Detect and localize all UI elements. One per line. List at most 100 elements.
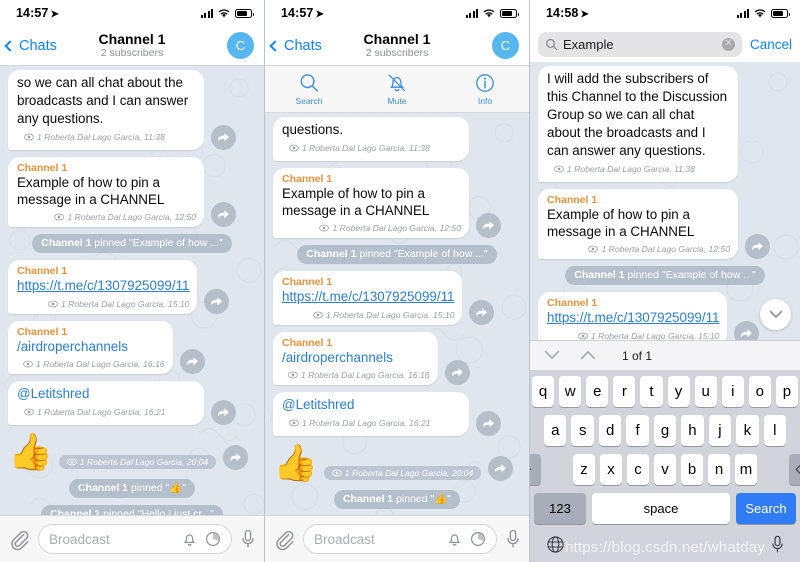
forward-button[interactable] (211, 125, 236, 150)
message-bubble[interactable]: so we can all chat about the broadcasts … (8, 70, 204, 150)
attachment-paperclip-icon[interactable] (274, 529, 294, 550)
chat-scroll-area[interactable]: I will add the subscribers of this Chann… (530, 62, 800, 340)
key-g[interactable]: g (653, 415, 677, 446)
key-e[interactable]: e (586, 376, 609, 407)
message-bubble[interactable]: Channel 1 https://t.me/c/1307925099/11 1… (538, 292, 728, 340)
key-f[interactable]: f (626, 415, 649, 446)
key-p[interactable]: p (775, 376, 798, 407)
forward-button[interactable] (476, 213, 501, 238)
message-bubble[interactable]: questions. 1 Roberta Dal Lago Garcia, 11… (273, 117, 469, 161)
message-bubble[interactable]: Channel 1 Example of how to pin a messag… (273, 168, 469, 238)
forward-button[interactable] (204, 288, 230, 314)
key-x[interactable]: x (600, 454, 622, 485)
message-link[interactable]: https://t.me/c/1307925099/11 (547, 310, 719, 327)
microphone-icon[interactable] (241, 529, 255, 549)
message-row[interactable]: Channel 1 /airdroperchannels 1 Roberta D… (8, 320, 256, 374)
action-mute[interactable]: Mute (353, 66, 441, 112)
action-info[interactable]: Info (441, 66, 529, 112)
search-next-button[interactable] (544, 347, 560, 365)
search-prev-button[interactable] (580, 347, 596, 365)
chat-scroll-area[interactable]: so we can all chat about the broadcasts … (0, 66, 264, 515)
key-l[interactable]: l (763, 415, 786, 446)
key-z[interactable]: z (573, 454, 595, 485)
timer-icon[interactable] (470, 531, 486, 547)
message-row[interactable]: Channel 1 https://t.me/c/1307925099/11 1… (538, 292, 792, 340)
globe-key[interactable] (546, 535, 565, 559)
key-w[interactable]: w (559, 376, 582, 407)
message-row[interactable]: Channel 1 https://t.me/c/1307925099/11 1… (8, 260, 256, 314)
message-bubble[interactable]: Channel 1 https://t.me/c/1307925099/11 1… (273, 271, 463, 325)
key-t[interactable]: t (640, 376, 663, 407)
message-bubble[interactable]: @Letitshred 1 Roberta Dal Lago Garcia, 1… (8, 381, 204, 425)
forward-button[interactable] (179, 349, 205, 374)
message-command[interactable]: /airdroperchannels (282, 350, 430, 367)
forward-button[interactable] (469, 299, 495, 325)
search-input[interactable]: Example ✕ (538, 31, 742, 57)
key-o[interactable]: o (748, 376, 771, 407)
forward-button[interactable] (444, 360, 470, 385)
key-m[interactable]: m (735, 454, 757, 485)
backspace-key[interactable] (789, 454, 800, 485)
message-row[interactable]: Channel 1 Example of how to pin a messag… (273, 168, 521, 238)
message-bubble[interactable]: Channel 1 /airdroperchannels 1 Roberta D… (273, 331, 438, 385)
message-mention[interactable]: @Letitshred (282, 397, 354, 412)
action-search[interactable]: Search (265, 66, 353, 112)
key-u[interactable]: u (694, 376, 717, 407)
key-k[interactable]: k (736, 415, 759, 446)
key-h[interactable]: h (681, 415, 704, 446)
forward-button[interactable] (223, 445, 249, 470)
key-s[interactable]: s (571, 415, 594, 446)
silent-bell-icon[interactable] (447, 531, 462, 547)
message-bubble[interactable]: Channel 1 https://t.me/c/1307925099/11 1… (8, 260, 198, 314)
clear-icon[interactable]: ✕ (721, 37, 735, 51)
message-row[interactable]: @Letitshred 1 Roberta Dal Lago Garcia, 1… (8, 381, 256, 425)
key-i[interactable]: i (721, 376, 744, 407)
message-row[interactable]: questions. 1 Roberta Dal Lago Garcia, 11… (273, 117, 521, 161)
message-row[interactable]: Channel 1 /airdroperchannels 1 Roberta D… (273, 331, 521, 385)
scroll-to-bottom-button[interactable] (760, 299, 791, 330)
numbers-key[interactable]: 123 (534, 493, 586, 524)
message-link[interactable]: https://t.me/c/1307925099/11 (282, 289, 454, 306)
message-row[interactable]: @Letitshred 1 Roberta Dal Lago Garcia, 1… (273, 392, 521, 436)
key-j[interactable]: j (708, 415, 732, 446)
forward-button[interactable] (211, 202, 236, 227)
message-bubble[interactable]: Channel 1 Example of how to pin a messag… (8, 157, 204, 227)
message-row-emoji[interactable]: 👍 1 Roberta Dal Lago Garcia, 20:04 (273, 443, 521, 483)
microphone-icon[interactable] (506, 529, 520, 549)
forward-button[interactable] (745, 234, 770, 259)
cancel-button[interactable]: Cancel (750, 37, 792, 52)
avatar[interactable]: C (227, 32, 254, 59)
avatar[interactable]: C (492, 32, 519, 59)
key-v[interactable]: v (654, 454, 676, 485)
key-r[interactable]: r (613, 376, 636, 407)
silent-bell-icon[interactable] (182, 531, 197, 547)
message-link[interactable]: https://t.me/c/1307925099/11 (17, 278, 189, 295)
message-mention[interactable]: @Letitshred (17, 386, 89, 401)
dictation-key[interactable] (771, 535, 784, 559)
back-button[interactable]: Chats (4, 38, 57, 54)
forward-button[interactable] (488, 456, 514, 481)
key-y[interactable]: y (667, 376, 690, 407)
key-a[interactable]: a (544, 415, 567, 446)
key-q[interactable]: q (532, 376, 555, 407)
search-key[interactable]: Search (736, 493, 796, 524)
message-command[interactable]: /airdroperchannels (17, 339, 165, 356)
broadcast-input[interactable]: Broadcast (38, 524, 232, 554)
forward-button[interactable] (476, 411, 501, 436)
key-n[interactable]: n (708, 454, 730, 485)
shift-key[interactable] (530, 454, 541, 485)
message-bubble[interactable]: Channel 1 Example of how to pin a messag… (538, 189, 738, 259)
message-row-emoji[interactable]: 👍 1 Roberta Dal Lago Garcia, 20:04 (8, 432, 256, 472)
message-row[interactable]: Channel 1 https://t.me/c/1307925099/11 1… (273, 271, 521, 325)
message-bubble[interactable]: Channel 1 /airdroperchannels 1 Roberta D… (8, 320, 173, 374)
forward-button[interactable] (211, 400, 236, 425)
message-row[interactable]: Channel 1 Example of how to pin a messag… (8, 157, 256, 227)
key-c[interactable]: c (627, 454, 649, 485)
key-b[interactable]: b (681, 454, 703, 485)
message-row[interactable]: I will add the subscribers of this Chann… (538, 66, 792, 182)
broadcast-input[interactable]: Broadcast (303, 524, 497, 554)
space-key[interactable]: space (592, 493, 730, 524)
message-row[interactable]: Channel 1 Example of how to pin a messag… (538, 189, 792, 259)
attachment-paperclip-icon[interactable] (9, 529, 29, 550)
back-button[interactable]: Chats (269, 38, 322, 54)
